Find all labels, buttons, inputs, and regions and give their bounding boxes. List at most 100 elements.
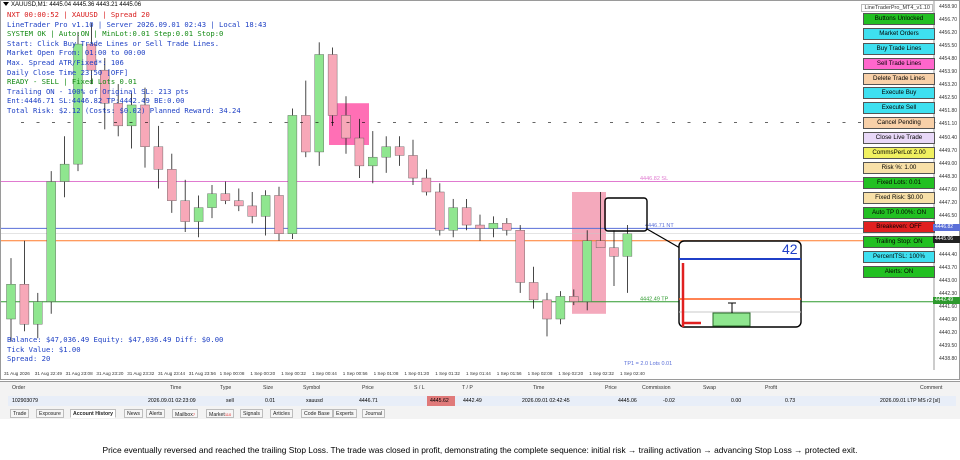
terminal-header[interactable]: Price xyxy=(362,385,374,391)
time-axis-label: 1 Sep 01:20 xyxy=(404,371,430,376)
status-line-10: Total Risk: $2.12 (Costs: $0.02) Planned… xyxy=(7,105,241,115)
candle-body xyxy=(609,247,619,257)
candle-body xyxy=(207,193,217,208)
terminal-header[interactable]: Price xyxy=(605,385,617,391)
panel-button-auto-tp-0-00-on[interactable]: Auto TP 0.00%: ON xyxy=(863,206,935,219)
zoom-number: 42 xyxy=(782,241,798,257)
candle-body xyxy=(314,54,324,153)
price-axis-label: 4453.20 xyxy=(939,82,958,89)
panel-button-fixed-risk-0-00[interactable]: Fixed Risk: $0.00 xyxy=(863,191,935,204)
terminal-cell: 2026.09.01 02:23:09 xyxy=(148,398,196,404)
time-axis-label: 31 Aug 23:56 xyxy=(188,371,216,376)
tab-exposure[interactable]: Exposure xyxy=(36,409,64,418)
candle-body xyxy=(368,156,378,167)
tab-code-base[interactable]: Code Base xyxy=(301,409,333,418)
price-axis-label: 4440.20 xyxy=(939,330,958,337)
terminal-cell: 102903079 xyxy=(12,398,38,404)
panel-button-commsperlot-2-00[interactable]: CommsPerLot 2.00 xyxy=(863,147,935,160)
price-axis-label: 4450.40 xyxy=(939,134,958,141)
tab-market[interactable]: Market110 xyxy=(206,409,235,418)
price-axis-label: 4449.70 xyxy=(939,147,958,154)
panel-button-fixed-lots-0-01[interactable]: Fixed Lots: 0.01 xyxy=(863,176,935,189)
terminal-header[interactable]: Commission xyxy=(642,385,671,391)
panel-button-market-orders[interactable]: Market Orders xyxy=(863,27,935,40)
tab-signals[interactable]: Signals xyxy=(240,409,264,418)
tab-articles[interactable]: Articles xyxy=(270,409,294,418)
terminal-header[interactable]: Size xyxy=(263,385,273,391)
terminal-cell: xauusd xyxy=(306,398,323,404)
terminal-header[interactable]: Profit xyxy=(765,385,777,391)
terminal-header[interactable]: S / L xyxy=(414,385,425,391)
candle-body xyxy=(475,224,485,229)
terminal-header[interactable]: Symbol xyxy=(303,385,320,391)
tab-label: Exposure xyxy=(39,411,61,417)
ea-button-panel: Buttons Unlocked Market Orders Buy Trade L… xyxy=(863,13,935,281)
tab-label: Alerts xyxy=(149,411,163,417)
terminal-header[interactable]: Time xyxy=(170,385,181,391)
tab-mailbox[interactable]: Mailbox7 xyxy=(172,409,199,418)
candle-body xyxy=(46,181,56,302)
tab-news[interactable]: News xyxy=(124,409,143,418)
time-axis: 31 Aug 2026 31 Aug 22:49 31 Aug 23:08 31 Au… xyxy=(0,369,935,380)
time-axis-label: 1 Sep 00:44 xyxy=(312,371,337,376)
terminal-header[interactable]: Order xyxy=(12,385,25,391)
price-axis-label: 4440.90 xyxy=(939,317,958,324)
tab-trade[interactable]: Trade xyxy=(10,409,30,418)
caption-text: Price eventually reversed and reached th… xyxy=(102,445,858,455)
panel-button-execute-buy[interactable]: Execute Buy xyxy=(863,87,935,100)
price-axis-label: 4447.20 xyxy=(939,199,958,206)
candle-body xyxy=(274,195,284,234)
panel-button-trailing-stop-on[interactable]: Trailing Stop: ON xyxy=(863,236,935,249)
price-axis-label: 4452.50 xyxy=(939,95,958,102)
terminal-cell: sell xyxy=(226,398,234,404)
panel-button-percenttsl-100[interactable]: PercentTSL: 100% xyxy=(863,251,935,264)
candle-body xyxy=(528,282,539,301)
tab-journal[interactable]: Journal xyxy=(362,409,386,418)
terminal-header[interactable]: Time xyxy=(533,385,544,391)
ea-name-badge: LineTraderPro_MT4_v1.10 xyxy=(861,4,933,12)
panel-button-breakeven-off[interactable]: Breakeven: OFF xyxy=(863,221,935,234)
current-price-tag: 4445.06 xyxy=(933,236,960,244)
panel-button-delete-trade-lines[interactable]: Delete Trade Lines xyxy=(863,72,935,85)
panel-button-alerts-on[interactable]: Alerts: ON xyxy=(863,266,935,279)
panel-button-risk-1-00[interactable]: Risk %: 1.00 xyxy=(863,161,935,174)
terminal-header[interactable]: Comment xyxy=(920,385,943,391)
tab-alerts[interactable]: Alerts xyxy=(146,409,166,418)
time-axis-label: 31 Aug 22:49 xyxy=(34,371,62,376)
terminal-cell: 4445.62 xyxy=(430,398,449,404)
candle-body xyxy=(220,193,231,201)
app-window: { "window": { "title": "XAUUSD,M1: 4445.… xyxy=(0,0,960,460)
tab-experts[interactable]: Experts xyxy=(333,409,357,418)
status-line-3: Start: Click Buy Trade Lines or Sell Tra… xyxy=(7,38,220,48)
candle-body xyxy=(193,207,204,222)
panel-button-execute-sell[interactable]: Execute Sell xyxy=(863,102,935,115)
time-axis-label: 1 Sep 02:20 xyxy=(558,371,584,376)
panel-button-cancel-pending[interactable]: Cancel Pending xyxy=(863,117,935,130)
terminal-header[interactable]: Swap xyxy=(703,385,716,391)
chart-title: XAUUSD,M1: 4445.04 4445.36 4443.21 4445.… xyxy=(11,2,142,8)
panel-button-buttons-unlocked[interactable]: Buttons Unlocked xyxy=(863,13,935,25)
status-line-7: READY - SELL | Fixed Lots 0.01 xyxy=(7,77,137,87)
candle-body xyxy=(595,240,606,248)
panel-button-buy-trade-lines[interactable]: Buy Trade Lines xyxy=(863,42,935,55)
terminal-header[interactable]: Type xyxy=(220,385,231,391)
tp-level-label: 4442.49 TP xyxy=(640,296,669,302)
account-info-panel: Balance: $47,036.49 Equity: $47,036.49 D… xyxy=(7,335,223,364)
time-axis-label: 1 Sep 01:08 xyxy=(373,371,399,376)
tab-label: News xyxy=(127,411,140,417)
price-axis-label: 4456.20 xyxy=(939,30,958,37)
terminal-header[interactable]: T / P xyxy=(462,385,473,391)
terminal-cell: 2026.09.01 02:42:45 xyxy=(522,398,570,404)
candle-body xyxy=(448,207,458,231)
dropdown-triangle-icon xyxy=(3,2,9,7)
panel-button-close-live-trade[interactable]: Close Live Trade xyxy=(863,132,935,145)
price-chart[interactable]: 4446.82 SL 4446.71 NT 4442.49 TP TP1 = 2.0 … xyxy=(0,0,960,380)
tp-price-tag: 4442.49 xyxy=(933,297,960,305)
tab-label: Market xyxy=(209,412,225,418)
tab-account-history[interactable]: Account History xyxy=(70,409,117,418)
time-axis-label: 31 Aug 23:08 xyxy=(65,371,93,376)
candle-body xyxy=(488,223,499,229)
zoom-inset: 42 xyxy=(678,240,802,328)
panel-button-sell-trade-lines[interactable]: Sell Trade Lines xyxy=(863,57,935,70)
time-axis-label: 1 Sep 02:08 xyxy=(527,371,553,376)
